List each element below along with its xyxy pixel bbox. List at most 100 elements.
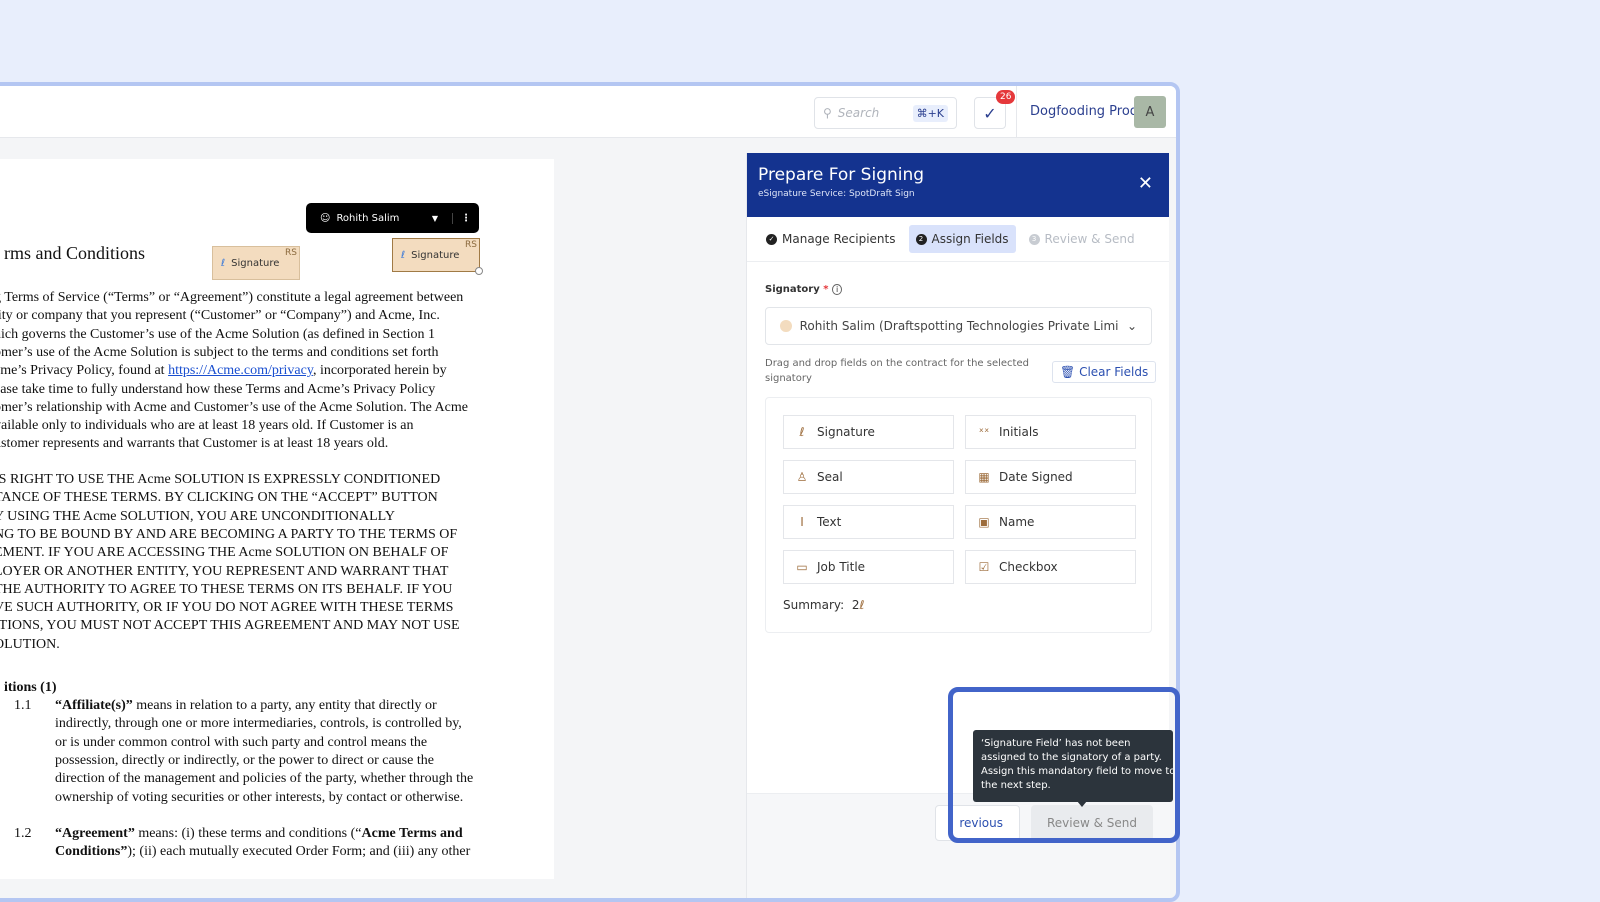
doc-line: tity or company that you represent (“Cus…	[0, 308, 440, 324]
search-placeholder: Search	[837, 106, 880, 120]
signatory-select[interactable]: Rohith Salim (Draftspotting Technologies…	[765, 307, 1152, 345]
notification-badge: 26	[996, 90, 1016, 104]
field-label: Name	[999, 515, 1035, 529]
clear-fields-button[interactable]: 🗑 Clear Fields	[1052, 361, 1157, 383]
tab-label: Review & Send	[1044, 232, 1135, 246]
doc-line: ’S RIGHT TO USE THE Acme SOLUTION IS EXP…	[0, 472, 441, 487]
recipient-selector[interactable]: ☺ Rohith Salim ▼ ⋮	[306, 203, 479, 233]
field-palette: ℓ Signature ˣˣ Initials ♙ Seal ▦ Date Signed Ⅰ Te…	[765, 397, 1152, 633]
summary: Summary: 2ℓ	[783, 598, 864, 612]
doc-line: THE AUTHORITY TO AGREE TO THESE TERMS ON…	[0, 581, 453, 597]
top-bar: ⚲ Search ⌘+K ✓ 26 Dogfooding Prod A	[0, 86, 1176, 138]
divider	[1016, 86, 1017, 138]
signature-icon: ℓ	[401, 249, 406, 261]
field-initials: RS	[465, 240, 477, 250]
signatory-value: Rohith Salim (Draftspotting Technologies…	[799, 319, 1119, 333]
close-icon[interactable]: ✕	[1138, 173, 1153, 194]
clause-text: means in relation to a party, any entity…	[132, 698, 437, 713]
clause-term: Conditions”	[55, 844, 128, 859]
doc-line: possession, directly or indirectly, or t…	[55, 752, 434, 768]
chevron-down-icon: ⌄	[1126, 319, 1137, 333]
trash-icon: 🗑	[1060, 365, 1076, 379]
recipient-name: Rohith Salim	[336, 212, 400, 224]
doc-line: indirectly, through one or more intermed…	[55, 716, 462, 732]
field-label: Signature	[231, 257, 280, 269]
party-color-dot	[780, 320, 792, 332]
seal-icon: ♙	[796, 470, 808, 484]
more-options-icon[interactable]: ⋮	[452, 212, 479, 224]
field-label: Signature	[411, 249, 460, 261]
doc-line: LOYER OR ANOTHER ENTITY, YOU REPRESENT A…	[0, 563, 449, 579]
check-icon: ✓	[766, 233, 777, 245]
field-label: Date Signed	[999, 470, 1073, 484]
user-icon: ☺	[320, 212, 331, 224]
field-initials: RS	[285, 248, 297, 258]
job-title-icon: ▭	[796, 560, 808, 574]
doc-line: vailable only to individuals who are at …	[0, 418, 414, 434]
field-label: Text	[817, 515, 842, 529]
clause-text: means: (i) these terms and conditions (“	[134, 826, 362, 841]
tab-label: Assign Fields	[931, 232, 1009, 246]
doc-line: OLUTION.	[0, 636, 60, 652]
step-tabs: ✓ Manage Recipients 2 Assign Fields 3 Revie…	[747, 217, 1169, 262]
doc-line: cme’s Privacy Policy, found at https://A…	[0, 363, 447, 379]
tooltip: ‘Signature Field’ has not been assigned …	[973, 730, 1173, 802]
tab-assign-fields[interactable]: 2 Assign Fields	[908, 225, 1016, 253]
doc-line: Y USING THE Acme SOLUTION, YOU ARE UNCON…	[0, 508, 395, 524]
initials-icon: ˣˣ	[978, 425, 990, 439]
label-text: Signatory	[765, 284, 820, 295]
clause-term: “Agreement”	[55, 826, 135, 841]
field-checkbox[interactable]: ☑ Checkbox	[965, 550, 1136, 584]
document-page: rms and Conditions g Terms of Service (“…	[0, 159, 554, 879]
tab-review-send[interactable]: 3 Review & Send	[1022, 225, 1142, 253]
doc-title: rms and Conditions	[4, 243, 146, 263]
shortcut-hint: ⌘+K	[912, 104, 948, 122]
search-icon: ⚲	[823, 106, 832, 120]
field-name[interactable]: ▣ Name	[965, 505, 1136, 539]
signature-field-selected[interactable]: ℓ Signature RS	[392, 238, 480, 272]
doc-line: ustomer represents and warrants that Cus…	[0, 436, 389, 452]
field-signature[interactable]: ℓ Signature	[783, 415, 954, 449]
doc-line: hich governs the Customer’s use of the A…	[0, 326, 436, 342]
panel-subtitle: eSignature Service: SpotDraft Sign	[758, 189, 915, 199]
tab-manage-recipients[interactable]: ✓ Manage Recipients	[759, 225, 903, 253]
text-icon: Ⅰ	[800, 515, 804, 529]
section-heading: itions (1)	[4, 680, 57, 695]
field-label: Job Title	[817, 560, 866, 574]
signature-icon: ℓ	[221, 257, 226, 269]
info-icon[interactable]: i	[831, 284, 843, 295]
field-initials[interactable]: ˣˣ Initials	[965, 415, 1136, 449]
field-seal[interactable]: ♙ Seal	[783, 460, 954, 494]
tooltip-line: the next step.	[981, 780, 1051, 791]
field-job-title[interactable]: ▭ Job Title	[783, 550, 954, 584]
name-icon: ▣	[978, 515, 990, 529]
resize-handle[interactable]	[475, 267, 483, 275]
doc-text: , incorporated herein by	[312, 363, 447, 379]
field-date-signed[interactable]: ▦ Date Signed	[965, 460, 1136, 494]
clause-number: 1.2	[14, 826, 32, 841]
search-input[interactable]: ⚲ Search ⌘+K	[814, 97, 957, 129]
step-number: 3	[1028, 233, 1040, 245]
checkbox-icon: ☑	[978, 560, 990, 574]
signature-icon: ℓ	[799, 425, 805, 439]
doc-line: ITIONS, YOU MUST NOT ACCEPT THIS AGREEME…	[0, 618, 460, 634]
field-label: Initials	[999, 425, 1039, 439]
signature-field-placed[interactable]: ℓ Signature RS	[212, 246, 300, 280]
avatar[interactable]: A	[1134, 96, 1166, 128]
clause-term: “Affiliate(s)”	[55, 698, 133, 713]
doc-line: omer’s relationship with Acme and Custom…	[0, 399, 468, 415]
doc-line: NG TO BE BOUND BY AND ARE BECOMING A PAR…	[0, 526, 458, 542]
field-label: Signature	[817, 425, 875, 439]
check-circle-icon: ✓	[983, 103, 997, 123]
doc-text: cme’s Privacy Policy, found at	[0, 363, 169, 379]
step-number: 2	[915, 233, 927, 245]
org-switcher[interactable]: Dogfooding Prod	[1030, 104, 1138, 119]
panel-title: Prepare For Signing	[758, 165, 925, 185]
doc-line: ownership of voting securities or other …	[55, 789, 464, 805]
date-signed-icon: ▦	[978, 470, 990, 484]
field-text[interactable]: Ⅰ Text	[783, 505, 954, 539]
clause-text: ); (ii) each mutually executed Order For…	[127, 844, 471, 859]
required-marker: *	[823, 284, 829, 295]
tooltip-line: assigned to the signatory of a party.	[981, 752, 1162, 763]
privacy-link[interactable]: https://Acme.com/privacy	[168, 363, 313, 378]
